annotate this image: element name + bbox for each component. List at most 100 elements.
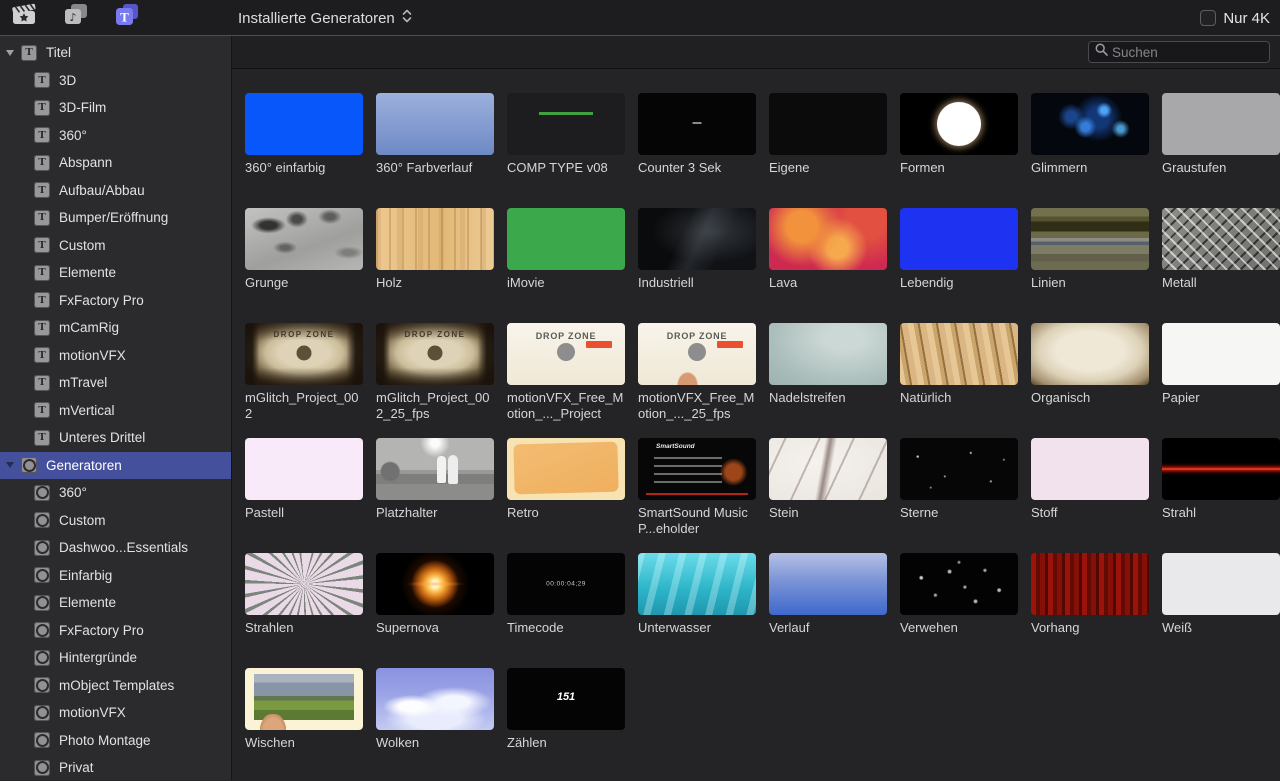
thumbnail-text: DROP ZONE [245,330,363,339]
sidebar-item-mobject-templates[interactable]: mObject Templates [0,672,231,700]
generator-item-glimmern[interactable]: Glimmern [1031,93,1149,208]
sidebar-item-abspann[interactable]: Abspann [0,149,231,177]
generator-item-comp-type-v08[interactable]: COMP TYPE v08 [507,93,625,208]
generator-item-organisch[interactable]: Organisch [1031,323,1149,438]
only-4k-checkbox[interactable] [1200,10,1216,26]
sidebar-item-titel[interactable]: Titel [0,39,231,67]
generator-label: Timecode [507,620,625,636]
generator-item-counter-3-sek[interactable]: Counter 3 Sek [638,93,756,208]
sidebar-list[interactable]: Titel 3D 3D-Film 360° Abspann Aufbau/Abb… [0,36,232,780]
generator-item-formen[interactable]: Formen [900,93,1018,208]
sidebar-item-privat[interactable]: Privat [0,754,231,780]
generator-item-wischen[interactable]: Wischen [245,668,363,780]
sidebar-item-elemente[interactable]: Elemente [0,259,231,287]
generator-thumbnail: DROP ZONE [376,323,494,385]
generator-item-imovie[interactable]: iMovie [507,208,625,323]
sidebar-item-unteres-drittel[interactable]: Unteres Drittel [0,424,231,452]
search-field[interactable] [1088,41,1270,63]
generator-thumbnail [1162,93,1280,155]
generator-item-eigene[interactable]: Eigene [769,93,887,208]
sidebar-item-hintergr-nde[interactable]: Hintergründe [0,644,231,672]
sidebar-item-generatoren[interactable]: Generatoren [0,452,231,480]
generator-item-supernova[interactable]: Supernova [376,553,494,668]
media-browser-button[interactable] [10,5,40,31]
sidebar-item-motionvfx[interactable]: motionVFX [0,699,231,727]
generator-item-sterne[interactable]: Sterne [900,438,1018,553]
generator-item-360-einfarbig[interactable]: 360° einfarbig [245,93,363,208]
thumbnail-text: DROP ZONE [376,330,494,339]
generator-item-stoff[interactable]: Stoff [1031,438,1149,553]
generator-item-linien[interactable]: Linien [1031,208,1149,323]
generator-item-lava[interactable]: Lava [769,208,887,323]
sidebar-item-elemente[interactable]: Elemente [0,589,231,617]
titles-generators-browser-button[interactable]: T [112,5,142,31]
title-category-icon [34,375,50,391]
generator-item-metall[interactable]: Metall [1162,208,1280,323]
photos-audio-browser-button[interactable]: ♪ [61,5,91,31]
generator-item-motionvfx-free-motion-25-fps[interactable]: DROP ZONE motionVFX_Free_Motion_..._25_f… [638,323,756,438]
generator-item-motionvfx-free-motion-project[interactable]: DROP ZONE motionVFX_Free_Motion_..._Proj… [507,323,625,438]
sidebar-item-360[interactable]: 360° [0,479,231,507]
generator-label: Papier [1162,390,1280,406]
generator-label: Glimmern [1031,160,1149,176]
title-category-icon [34,100,50,116]
search-input[interactable] [1112,45,1263,60]
sidebar-item-einfarbig[interactable]: Einfarbig [0,562,231,590]
sidebar-item-fxfactory-pro[interactable]: FxFactory Pro [0,617,231,645]
generator-item-wei[interactable]: Weiß [1162,553,1280,668]
generator-thumbnail [769,208,887,270]
generator-label: Zählen [507,735,625,751]
sidebar-item-motionvfx[interactable]: motionVFX [0,342,231,370]
sidebar-item-360[interactable]: 360° [0,122,231,150]
generator-item-smartsound-music-p-eholder[interactable]: SmartSound SmartSound Music P...eholder [638,438,756,553]
sidebar-item-label: Hintergründe [59,650,137,665]
sidebar-item-3d[interactable]: 3D [0,67,231,95]
sidebar-item-3d-film[interactable]: 3D-Film [0,94,231,122]
sidebar-item-bumper-er-ffnung[interactable]: Bumper/Eröffnung [0,204,231,232]
sidebar-item-custom[interactable]: Custom [0,232,231,260]
generator-item-mglitch-project-002[interactable]: DROP ZONE mGlitch_Project_002 [245,323,363,438]
generator-item-papier[interactable]: Papier [1162,323,1280,438]
generator-item-strahl[interactable]: Strahl [1162,438,1280,553]
title-category-icon [34,402,50,418]
generator-item-z-hlen[interactable]: 151 Zählen [507,668,625,780]
generator-label: Grunge [245,275,363,291]
generator-item-nadelstreifen[interactable]: Nadelstreifen [769,323,887,438]
sidebar-item-photo-montage[interactable]: Photo Montage [0,727,231,755]
generator-item-stein[interactable]: Stein [769,438,887,553]
generator-item-360-farbverlauf[interactable]: 360° Farbverlauf [376,93,494,208]
generator-item-retro[interactable]: Retro [507,438,625,553]
disclosure-triangle-icon[interactable] [6,462,14,468]
sidebar-item-mvertical[interactable]: mVertical [0,397,231,425]
generator-thumbnail [1031,323,1149,385]
generator-item-graustufen[interactable]: Graustufen [1162,93,1280,208]
generator-item-nat-rlich[interactable]: Natürlich [900,323,1018,438]
generator-item-industriell[interactable]: Industriell [638,208,756,323]
sidebar-item-dashwoo-essentials[interactable]: Dashwoo...Essentials [0,534,231,562]
generator-item-holz[interactable]: Holz [376,208,494,323]
generator-grid[interactable]: 360° einfarbig 360° Farbverlauf COMP TYP… [232,69,1280,780]
generator-item-mglitch-project-002-25-fps[interactable]: DROP ZONE mGlitch_Project_002_25_fps [376,323,494,438]
sidebar-item-aufbau-abbau[interactable]: Aufbau/Abbau [0,177,231,205]
generator-item-vorhang[interactable]: Vorhang [1031,553,1149,668]
generator-item-strahlen[interactable]: Strahlen [245,553,363,668]
generator-item-grunge[interactable]: Grunge [245,208,363,323]
disclosure-triangle-icon[interactable] [6,50,14,56]
sidebar-item-custom[interactable]: Custom [0,507,231,535]
generator-item-wolken[interactable]: Wolken [376,668,494,780]
film-clapper-icon [12,3,38,32]
generator-thumbnail [376,93,494,155]
browser-scope-popup[interactable]: Installierte Generatoren [238,0,412,36]
generator-item-lebendig[interactable]: Lebendig [900,208,1018,323]
sidebar-item-mcamrig[interactable]: mCamRig [0,314,231,342]
generator-item-platzhalter[interactable]: Platzhalter [376,438,494,553]
generator-thumbnail [1162,438,1280,500]
generator-item-pastell[interactable]: Pastell [245,438,363,553]
generator-item-verlauf[interactable]: Verlauf [769,553,887,668]
generator-item-timecode[interactable]: 00:00:04;29 Timecode [507,553,625,668]
generator-item-verwehen[interactable]: Verwehen [900,553,1018,668]
generator-thumbnail [376,553,494,615]
sidebar-item-mtravel[interactable]: mTravel [0,369,231,397]
sidebar-item-fxfactory-pro[interactable]: FxFactory Pro [0,287,231,315]
generator-item-unterwasser[interactable]: Unterwasser [638,553,756,668]
